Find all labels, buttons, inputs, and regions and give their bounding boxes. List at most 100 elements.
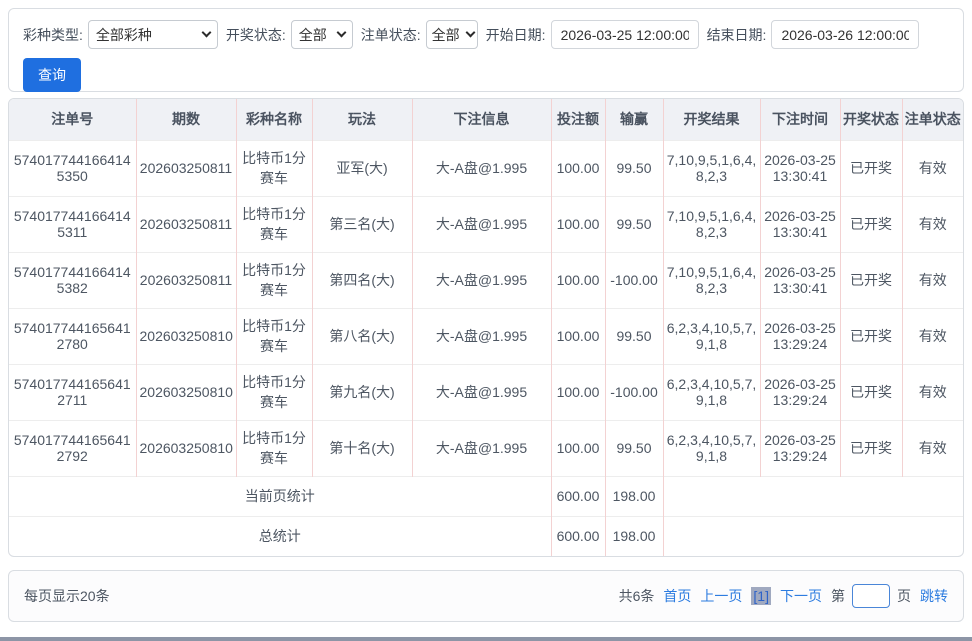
cell-winloss: -100.00 <box>604 251 663 308</box>
table-row: 5740177441656412780 202603250810 比特币1分赛车… <box>9 307 963 364</box>
cell-draw-status: 已开奖 <box>839 139 902 196</box>
search-button[interactable]: 查询 <box>23 58 81 92</box>
total-summary-label: 总统计 <box>9 515 551 556</box>
page-summary-amount: 600.00 <box>550 475 605 516</box>
bet-records-table: 注单号 期数 彩种名称 玩法 下注信息 投注额 输赢 开奖结果 下注时间 开奖状… <box>9 99 963 556</box>
start-date-label: 开始日期: <box>485 26 546 43</box>
cell-bet-time: 2026-03-25 13:29:24 <box>759 363 840 420</box>
order-status-value: 全部 <box>431 26 460 43</box>
cell-order-status: 有效 <box>901 251 963 308</box>
cell-bet-id: 5740177441656412792 <box>9 419 136 476</box>
cell-bet-info: 大-A盘@1.995 <box>411 251 551 308</box>
cell-winloss: 99.50 <box>604 195 663 252</box>
cell-play: 第四名(大) <box>311 251 412 308</box>
pagination-bar: 每页显示20条 共6条 首页 上一页 [1] 下一页 第 页 跳转 <box>8 570 964 622</box>
page-summary-empty <box>662 475 963 516</box>
cell-play: 亚军(大) <box>311 139 412 196</box>
cell-result: 6,2,3,4,10,5,7,9,1,8 <box>662 419 760 476</box>
cell-result: 6,2,3,4,10,5,7,9,1,8 <box>662 307 760 364</box>
cell-bet-id: 5740177441664145382 <box>9 251 136 308</box>
lottery-type-value: 全部彩种 <box>95 26 152 43</box>
cell-order-status: 有效 <box>901 139 963 196</box>
cell-amount: 100.00 <box>550 363 605 420</box>
cell-lottery: 比特币1分赛车 <box>235 251 312 308</box>
col-header-bet-id: 注单号 <box>9 99 136 140</box>
first-page-link[interactable]: 首页 <box>663 586 691 606</box>
page-size-text: 每页显示20条 <box>24 588 110 604</box>
cell-bet-time: 2026-03-25 13:29:24 <box>759 307 840 364</box>
cell-result: 6,2,3,4,10,5,7,9,1,8 <box>662 363 760 420</box>
cell-amount: 100.00 <box>550 139 605 196</box>
cell-period: 202603250810 <box>135 419 236 476</box>
col-header-play: 玩法 <box>311 99 412 140</box>
cell-result: 7,10,9,5,1,6,4,8,2,3 <box>662 251 760 308</box>
cell-period: 202603250810 <box>135 363 236 420</box>
cell-result: 7,10,9,5,1,6,4,8,2,3 <box>662 139 760 196</box>
cell-order-status: 有效 <box>901 419 963 476</box>
jump-suffix-label: 页 <box>897 588 911 604</box>
page-jump-input[interactable] <box>852 584 890 608</box>
table-header-row: 注单号 期数 彩种名称 玩法 下注信息 投注额 输赢 开奖结果 下注时间 开奖状… <box>9 99 963 140</box>
jump-button[interactable]: 跳转 <box>920 586 948 606</box>
col-header-winloss: 输赢 <box>604 99 663 140</box>
total-count-text: 共6条 <box>618 588 655 604</box>
page-summary-winloss: 198.00 <box>604 475 663 516</box>
col-header-bet-time: 下注时间 <box>759 99 840 140</box>
cell-play: 第八名(大) <box>311 307 412 364</box>
cell-lottery: 比特币1分赛车 <box>235 419 312 476</box>
cell-play: 第十名(大) <box>311 419 412 476</box>
filter-panel: 彩种类型: 全部彩种 开奖状态: 全部 注单状态: 全部 开始日期: 结束日期:… <box>8 8 964 92</box>
bottom-divider <box>0 637 972 641</box>
cell-order-status: 有效 <box>901 307 963 364</box>
total-summary-row: 总统计 600.00 198.00 <box>9 515 963 556</box>
col-header-period: 期数 <box>135 99 236 140</box>
filter-row: 彩种类型: 全部彩种 开奖状态: 全部 注单状态: 全部 开始日期: 结束日期: <box>23 20 955 49</box>
cell-bet-time: 2026-03-25 13:30:41 <box>759 139 840 196</box>
cell-bet-info: 大-A盘@1.995 <box>411 419 551 476</box>
end-date-label: 结束日期: <box>706 26 767 43</box>
cell-result: 7,10,9,5,1,6,4,8,2,3 <box>662 195 760 252</box>
end-date-input[interactable] <box>771 20 920 49</box>
total-summary-empty <box>662 515 963 556</box>
cell-lottery: 比特币1分赛车 <box>235 195 312 252</box>
cell-lottery: 比特币1分赛车 <box>235 139 312 196</box>
cell-period: 202603250811 <box>135 195 236 252</box>
prev-page-link[interactable]: 上一页 <box>700 586 742 606</box>
start-date-input[interactable] <box>550 20 699 49</box>
cell-order-status: 有效 <box>901 363 963 420</box>
draw-status-value: 全部 <box>298 26 327 43</box>
cell-winloss: 99.50 <box>604 139 663 196</box>
chevron-down-icon <box>336 27 347 38</box>
cell-draw-status: 已开奖 <box>839 251 902 308</box>
lottery-type-label: 彩种类型: <box>23 26 83 43</box>
cell-bet-info: 大-A盘@1.995 <box>411 363 551 420</box>
cell-bet-id: 5740177441656412780 <box>9 307 136 364</box>
cell-amount: 100.00 <box>550 419 605 476</box>
cell-winloss: 99.50 <box>604 307 663 364</box>
chevron-down-icon <box>201 27 212 38</box>
draw-status-select[interactable]: 全部 <box>290 20 353 49</box>
cell-bet-time: 2026-03-25 13:30:41 <box>759 251 840 308</box>
total-summary-amount: 600.00 <box>550 515 605 556</box>
table-row: 5740177441664145382 202603250811 比特币1分赛车… <box>9 251 963 308</box>
cell-bet-id: 5740177441656412711 <box>9 363 136 420</box>
cell-amount: 100.00 <box>550 195 605 252</box>
cell-order-status: 有效 <box>901 195 963 252</box>
cell-play: 第九名(大) <box>311 363 412 420</box>
col-header-lottery: 彩种名称 <box>235 99 312 140</box>
cell-period: 202603250811 <box>135 139 236 196</box>
cell-bet-info: 大-A盘@1.995 <box>411 139 551 196</box>
table-row: 5740177441656412792 202603250810 比特币1分赛车… <box>9 419 963 476</box>
bet-records-table-panel: 注单号 期数 彩种名称 玩法 下注信息 投注额 输赢 开奖结果 下注时间 开奖状… <box>8 98 964 557</box>
current-page-indicator[interactable]: [1] <box>751 587 771 605</box>
cell-bet-id: 5740177441664145350 <box>9 139 136 196</box>
cell-winloss: -100.00 <box>604 363 663 420</box>
lottery-type-select[interactable]: 全部彩种 <box>87 20 218 49</box>
page-summary-row: 当前页统计 600.00 198.00 <box>9 475 963 516</box>
order-status-select[interactable]: 全部 <box>425 20 478 49</box>
col-header-order-status: 注单状态 <box>901 99 963 140</box>
cell-winloss: 99.50 <box>604 419 663 476</box>
col-header-amount: 投注额 <box>550 99 605 140</box>
next-page-link[interactable]: 下一页 <box>780 586 822 606</box>
cell-bet-time: 2026-03-25 13:30:41 <box>759 195 840 252</box>
